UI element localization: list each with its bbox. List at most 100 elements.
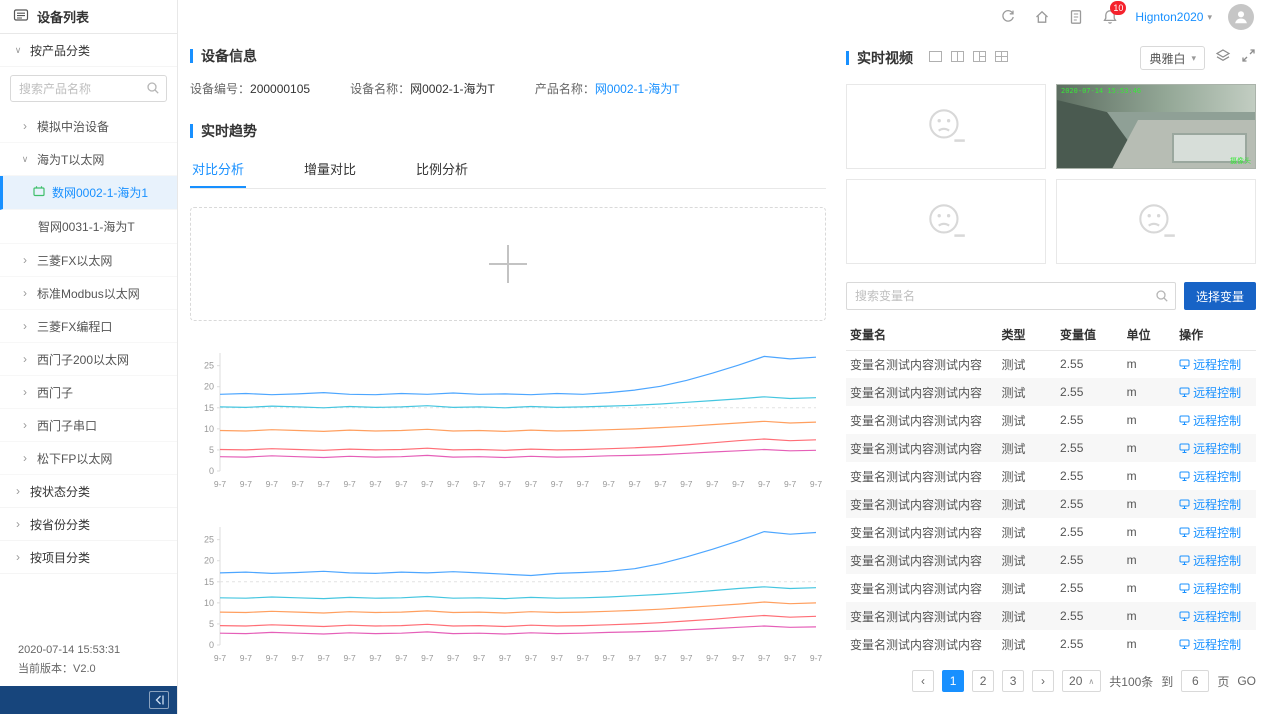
svg-text:0: 0 xyxy=(209,466,214,476)
tree-item[interactable]: ›西门子200以太网 xyxy=(0,343,177,376)
pagination-next[interactable]: › xyxy=(1032,670,1054,692)
layout-3-icon[interactable] xyxy=(973,49,986,67)
tree-item[interactable]: ›西门子串口 xyxy=(0,409,177,442)
tree-item[interactable]: ›松下FP以太网 xyxy=(0,442,177,475)
collapse-sidebar-icon[interactable] xyxy=(149,691,169,709)
svg-text:9-7: 9-7 xyxy=(577,479,590,489)
tree-item[interactable]: ›三菱FX以太网 xyxy=(0,244,177,277)
tab-2[interactable]: 增量对比 xyxy=(302,151,358,188)
tree-item[interactable]: ∨海为T以太网 xyxy=(0,143,177,176)
svg-text:9-7: 9-7 xyxy=(473,479,486,489)
video-grid: 2020-07-14 15:53:46 摄像头 xyxy=(846,84,1256,264)
product-search-input[interactable] xyxy=(10,75,167,102)
tree-item[interactable]: ›三菱FX编程口 xyxy=(0,310,177,343)
table-row: 变量名测试内容测试内容测试2.55m远程控制 xyxy=(846,434,1256,462)
tab-1[interactable]: 对比分析 xyxy=(190,151,246,188)
chevron-right-icon: › xyxy=(20,253,30,267)
remote-control-icon xyxy=(1179,471,1190,482)
layout-1-icon[interactable] xyxy=(929,49,942,67)
chevron-right-icon: › xyxy=(13,484,23,498)
avatar[interactable] xyxy=(1228,4,1254,30)
user-menu[interactable]: Hignton2020 ▾ xyxy=(1135,10,1212,24)
chevron-down-icon: ▾ xyxy=(1191,53,1196,64)
layout-4-icon[interactable] xyxy=(995,49,1008,67)
svg-text:9-7: 9-7 xyxy=(266,479,279,489)
video-slot-empty[interactable] xyxy=(1056,179,1256,264)
go-button[interactable]: GO xyxy=(1237,674,1256,688)
tree-item[interactable]: ›模拟中治设备 xyxy=(0,110,177,143)
category-by-status[interactable]: › 按状态分类 xyxy=(0,475,177,508)
home-icon[interactable] xyxy=(1033,8,1051,26)
add-chart-placeholder[interactable] xyxy=(190,207,826,321)
remote-control-link[interactable]: 远程控制 xyxy=(1179,384,1241,401)
chevron-right-icon: › xyxy=(13,550,23,564)
svg-text:0: 0 xyxy=(209,640,214,650)
svg-text:9-7: 9-7 xyxy=(292,653,305,663)
svg-text:9-7: 9-7 xyxy=(758,653,771,663)
remote-control-link[interactable]: 远程控制 xyxy=(1179,636,1241,653)
remote-control-link[interactable]: 远程控制 xyxy=(1179,496,1241,513)
tree-item[interactable]: 智网0031-1-海为T xyxy=(0,210,177,244)
pagination-page-2[interactable]: 2 xyxy=(972,670,994,692)
layers-icon[interactable] xyxy=(1215,48,1231,69)
remote-control-link[interactable]: 远程控制 xyxy=(1179,580,1241,597)
main-area: 10 Hignton2020 ▾ 设备信息 设备编号：200000105 xyxy=(178,0,1268,714)
category-by-project[interactable]: › 按项目分类 xyxy=(0,541,177,574)
refresh-icon[interactable] xyxy=(999,8,1017,26)
pagination-prev[interactable]: ‹ xyxy=(912,670,934,692)
tree-item-label: 智网0031-1-海为T xyxy=(38,218,135,235)
svg-text:9-7: 9-7 xyxy=(784,653,797,663)
category-by-province[interactable]: › 按省份分类 xyxy=(0,508,177,541)
remote-control-link[interactable]: 远程控制 xyxy=(1179,356,1241,373)
remote-control-link[interactable]: 远程控制 xyxy=(1179,440,1241,457)
remote-control-link[interactable]: 远程控制 xyxy=(1179,608,1241,625)
chevron-down-icon: ∨ xyxy=(13,45,23,56)
document-icon[interactable] xyxy=(1067,8,1085,26)
chevron-down-icon: ▾ xyxy=(1207,12,1212,23)
svg-text:9-7: 9-7 xyxy=(577,653,590,663)
variable-search-input[interactable] xyxy=(846,282,1176,310)
username: Hignton2020 xyxy=(1135,10,1203,24)
page-jump-input[interactable]: 6 xyxy=(1181,670,1209,692)
svg-text:5: 5 xyxy=(209,619,214,629)
remote-control-link[interactable]: 远程控制 xyxy=(1179,468,1241,485)
remote-control-link[interactable]: 远程控制 xyxy=(1179,412,1241,429)
section-trend: 实时趋势 xyxy=(190,121,826,141)
tree-item-selected[interactable]: 数网0002-1-海为1 xyxy=(0,176,177,210)
category-by-product[interactable]: ∨ 按产品分类 xyxy=(0,34,177,67)
cell-variable-name: 变量名测试内容测试内容 xyxy=(846,378,997,406)
select-variable-button[interactable]: 选择变量 xyxy=(1184,282,1256,310)
svg-text:9-7: 9-7 xyxy=(499,479,512,489)
tree-item[interactable]: ›西门子 xyxy=(0,376,177,409)
cell-variable-name: 变量名测试内容测试内容 xyxy=(846,518,997,546)
cell-unit: m xyxy=(1123,630,1176,658)
device-tree: ›模拟中治设备∨海为T以太网数网0002-1-海为1智网0031-1-海为T›三… xyxy=(0,110,177,475)
tree-item-label: 模拟中治设备 xyxy=(37,118,109,135)
video-tools: 典雅白 ▾ xyxy=(1140,46,1256,70)
pagination-page-1[interactable]: 1 xyxy=(942,670,964,692)
cell-value: 2.55 xyxy=(1056,490,1123,518)
tab-3[interactable]: 比例分析 xyxy=(414,151,470,188)
theme-select[interactable]: 典雅白 ▾ xyxy=(1140,46,1205,70)
notifications-bell-icon[interactable]: 10 xyxy=(1101,8,1119,26)
video-slot-empty[interactable] xyxy=(846,84,1046,169)
section-bar xyxy=(190,49,193,63)
remote-control-link[interactable]: 远程控制 xyxy=(1179,524,1241,541)
tree-item[interactable]: ›标准Modbus以太网 xyxy=(0,277,177,310)
remote-control-link[interactable]: 远程控制 xyxy=(1179,552,1241,569)
fullscreen-icon[interactable] xyxy=(1241,48,1256,68)
sidebar: 设备列表 ∨ 按产品分类 ›模拟中治设备∨海为T以太网数网0002-1-海为1智… xyxy=(0,0,178,714)
svg-text:9-7: 9-7 xyxy=(447,653,460,663)
page-size-select[interactable]: 20∧ xyxy=(1062,670,1101,692)
video-slot-empty[interactable] xyxy=(846,179,1046,264)
svg-text:9-7: 9-7 xyxy=(473,653,486,663)
tree-item-label: 数网0002-1-海为1 xyxy=(52,184,148,201)
video-live-frame[interactable]: 2020-07-14 15:53:46 摄像头 xyxy=(1056,84,1256,169)
pagination-page-3[interactable]: 3 xyxy=(1002,670,1024,692)
cell-variable-name: 变量名测试内容测试内容 xyxy=(846,490,997,518)
layout-2-icon[interactable] xyxy=(951,49,964,67)
product-name-link[interactable]: 网0002-1-海为T xyxy=(595,82,680,96)
remote-control-icon xyxy=(1179,359,1190,370)
camera-timestamp-overlay: 2020-07-14 15:53:46 xyxy=(1061,87,1141,95)
chevron-up-icon: ∧ xyxy=(1088,677,1094,686)
